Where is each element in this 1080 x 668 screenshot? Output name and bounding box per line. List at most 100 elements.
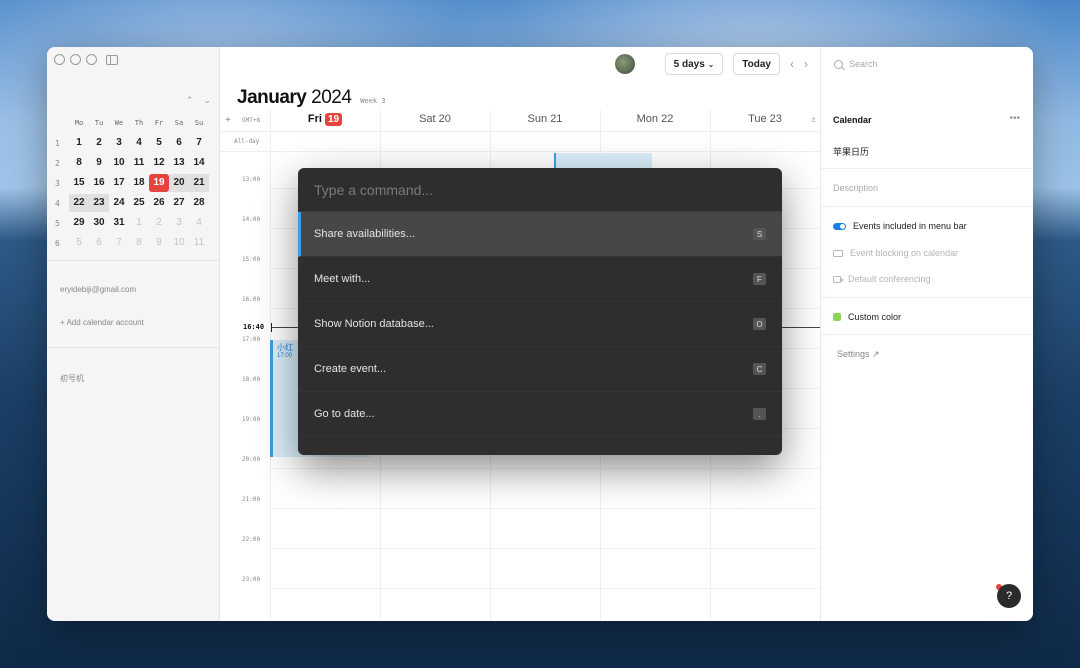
minimize-button[interactable] <box>70 54 81 65</box>
command-label: Meet with... <box>314 273 371 285</box>
hour-label: 20:00 <box>242 456 261 463</box>
mini-calendar: Mo Tu We Th Fr Sa Su 1 1 2 3 4 5 6 7 2 8 9 10 11 12 13… <box>55 113 215 253</box>
view-select-label: 5 days <box>673 58 705 70</box>
day-column-header[interactable]: Sun 21 <box>490 113 600 125</box>
mini-calendar-day[interactable]: 6 <box>169 134 189 152</box>
settings-label: Settings <box>837 349 870 359</box>
mini-calendar-day[interactable]: 20 <box>169 174 189 192</box>
mini-calendar-day[interactable]: 26 <box>149 194 169 212</box>
mini-calendar-day[interactable]: 31 <box>109 214 129 232</box>
blocking-option[interactable]: Event blocking on calendar <box>833 248 958 258</box>
mini-calendar-day[interactable]: 7 <box>109 234 129 252</box>
divider <box>821 297 1033 298</box>
menu-bar-option[interactable]: Events included in menu bar <box>833 221 967 231</box>
mini-calendar-day[interactable]: 24 <box>109 194 129 212</box>
mini-calendar-day[interactable]: 18 <box>129 174 149 192</box>
command-item[interactable]: Go to date.... <box>298 392 782 437</box>
search-field[interactable]: Search <box>834 59 878 69</box>
mini-calendar-day[interactable]: 9 <box>149 234 169 252</box>
mini-calendar-day[interactable]: 28 <box>189 194 209 212</box>
toggle-icon[interactable] <box>833 222 846 230</box>
mini-calendar-day[interactable]: 8 <box>129 234 149 252</box>
mini-calendar-day[interactable]: 3 <box>109 134 129 152</box>
add-calendar-account-link[interactable]: + Add calendar account <box>60 318 144 327</box>
mini-calendar-day[interactable]: 21 <box>189 174 209 192</box>
chevron-left-icon[interactable]: ‹ <box>790 57 794 71</box>
mini-calendar-day[interactable]: 17 <box>109 174 129 192</box>
mini-calendar-day[interactable]: 9 <box>89 154 109 172</box>
mini-calendar-day[interactable]: 2 <box>149 214 169 232</box>
avatar[interactable] <box>614 54 635 74</box>
hour-label: 18:00 <box>242 376 261 383</box>
command-label: Show Notion database... <box>314 318 434 330</box>
color-swatch[interactable] <box>833 313 841 321</box>
today-button[interactable]: Today <box>733 53 780 75</box>
settings-link[interactable]: Settings ↗ <box>837 349 880 360</box>
mini-calendar-day[interactable]: 13 <box>169 154 189 172</box>
chevron-down-icon[interactable]: ⌄ <box>203 95 211 106</box>
mini-calendar-day[interactable]: 11 <box>129 154 149 172</box>
chevron-up-icon[interactable]: ⌃ <box>186 95 194 106</box>
shortcut-key: O <box>753 318 766 330</box>
mini-calendar-day[interactable]: 15 <box>69 174 89 192</box>
all-day-row: All-day <box>220 132 820 152</box>
window-controls <box>54 54 118 65</box>
custom-color-option[interactable]: Custom color <box>833 312 901 322</box>
mini-calendar-day[interactable]: 10 <box>109 154 129 172</box>
mini-calendar-day[interactable]: 4 <box>129 134 149 152</box>
section-title: Calendar <box>833 115 872 125</box>
mini-calendar-day[interactable]: 5 <box>149 134 169 152</box>
mini-calendar-day[interactable]: 6 <box>89 234 109 252</box>
sidebar-toggle-icon[interactable] <box>106 54 118 65</box>
toolbar: 5 days ⌄ Today ‹ › <box>614 53 808 75</box>
command-item[interactable]: Create event... C <box>298 347 782 392</box>
add-timezone-button[interactable]: + <box>225 115 231 126</box>
mini-calendar-day[interactable]: 25 <box>129 194 149 212</box>
mini-calendar-day[interactable]: 3 <box>169 214 189 232</box>
day-name: Sun <box>527 113 548 125</box>
close-button[interactable] <box>54 54 65 65</box>
mini-calendar-day[interactable]: 1 <box>129 214 149 232</box>
description-field[interactable]: Description <box>833 183 878 193</box>
more-icon[interactable]: ••• <box>1009 113 1020 124</box>
mini-calendar-day[interactable]: 22 <box>69 194 89 212</box>
mini-calendar-day[interactable]: 2 <box>89 134 109 152</box>
mini-calendar-day[interactable]: 19 <box>149 174 169 192</box>
help-button[interactable]: ? <box>997 584 1021 608</box>
divider <box>821 334 1033 335</box>
mini-calendar-day[interactable]: 10 <box>169 234 189 252</box>
mini-calendar-day[interactable]: 16 <box>89 174 109 192</box>
command-item[interactable]: Share availabilities... S <box>298 212 782 257</box>
mini-calendar-day[interactable]: 14 <box>189 154 209 172</box>
hour-label: 21:00 <box>242 496 261 503</box>
expand-icon[interactable]: ± <box>811 114 816 124</box>
command-item[interactable]: Meet with... F <box>298 257 782 302</box>
day-number: 21 <box>550 113 563 125</box>
calendar-name[interactable]: 苹果日历 <box>833 145 869 158</box>
weekday-label: Th <box>134 119 144 127</box>
day-column-header[interactable]: Mon 22 <box>600 113 710 125</box>
mini-calendar-day[interactable]: 23 <box>89 194 109 212</box>
chevron-right-icon[interactable]: › <box>804 57 808 71</box>
mini-calendar-day[interactable]: 12 <box>149 154 169 172</box>
mini-calendar-day[interactable]: 7 <box>189 134 209 152</box>
mini-calendar-day[interactable]: 4 <box>189 214 209 232</box>
conferencing-option[interactable]: Default conferencing <box>833 274 931 284</box>
mini-calendar-day[interactable]: 29 <box>69 214 89 232</box>
command-item[interactable]: Show Notion database... O <box>298 302 782 347</box>
weekday-label: We <box>114 119 124 127</box>
option-label: Default conferencing <box>848 274 931 284</box>
option-label: Custom color <box>848 312 902 322</box>
zoom-button[interactable] <box>86 54 97 65</box>
mini-calendar-day[interactable]: 8 <box>69 154 89 172</box>
day-column-header[interactable]: Tue 23 <box>710 113 820 125</box>
mini-calendar-day[interactable]: 11 <box>189 234 209 252</box>
day-column-header[interactable]: Fri 19 <box>270 113 380 126</box>
mini-calendar-day[interactable]: 5 <box>69 234 89 252</box>
day-column-header[interactable]: Sat 20 <box>380 113 490 125</box>
view-select-button[interactable]: 5 days ⌄ <box>664 53 724 75</box>
mini-calendar-day[interactable]: 1 <box>69 134 89 152</box>
command-input[interactable]: Type a command... <box>298 168 782 212</box>
mini-calendar-day[interactable]: 30 <box>89 214 109 232</box>
mini-calendar-day[interactable]: 27 <box>169 194 189 212</box>
